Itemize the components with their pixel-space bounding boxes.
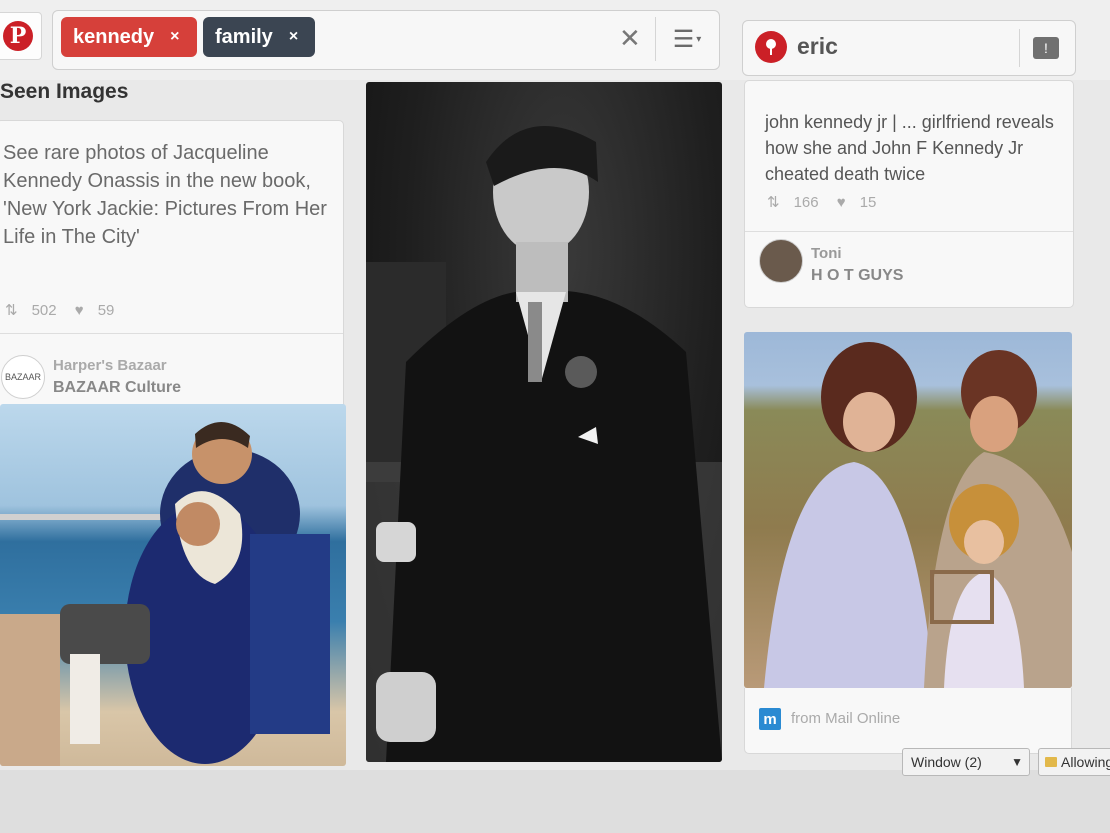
hamburger-menu-icon: ☰ (672, 25, 695, 53)
header-bar: P kennedy × family × ✕ ☰ ▾ eric ! (0, 0, 1110, 80)
section-title: Seen Images (0, 80, 129, 103)
pinterest-logo[interactable]: P (0, 12, 42, 60)
pin-icon (755, 31, 787, 63)
pin-board-name[interactable]: H O T GUYS (811, 267, 903, 285)
like-count: 59 (97, 302, 115, 319)
pin-image-boat[interactable] (0, 404, 346, 766)
clear-search-icon[interactable]: ✕ (619, 23, 641, 54)
pin-source-name[interactable]: Harper's Bazaar (53, 357, 167, 374)
repin-icon: ⇅ (5, 302, 18, 319)
mail-online-icon: m (759, 708, 781, 730)
avatar-text: BAZAAR (4, 372, 41, 382)
source-avatar[interactable]: BAZAAR (1, 355, 45, 399)
pin-image-portrait[interactable] (366, 82, 722, 762)
pinterest-logo-icon: P (3, 21, 33, 51)
divider (0, 333, 343, 334)
search-token-label: family (215, 25, 273, 48)
repin-count: 502 (31, 302, 57, 319)
pin-board-name[interactable]: BAZAAR Culture (53, 379, 181, 397)
allowing-button[interactable]: Allowing (1038, 748, 1110, 776)
pin-stats: ⇅ 166 ♥ 15 (767, 193, 890, 211)
browser-status-bar (0, 770, 1110, 833)
window-button-label: Window (2) (911, 754, 982, 770)
divider (745, 231, 1073, 232)
heart-icon: ♥ (836, 194, 846, 211)
search-token-kennedy[interactable]: kennedy × (61, 17, 197, 57)
folder-icon (1045, 757, 1057, 767)
pinner-avatar[interactable] (759, 239, 803, 283)
search-token-family[interactable]: family × (203, 17, 315, 57)
chevron-down-icon: ▾ (696, 33, 702, 45)
window-dropdown-button[interactable]: Window (2) ▼ (902, 748, 1030, 776)
message-bubble-icon: ! (1033, 37, 1059, 59)
pin-source-card[interactable]: m from Mail Online (744, 688, 1072, 754)
repin-icon: ⇅ (767, 194, 780, 211)
notifications-button[interactable]: ! (1019, 29, 1072, 67)
menu-button[interactable]: ☰ ▾ (655, 17, 718, 61)
repin-count: 166 (793, 194, 819, 211)
family-photo-illustration (764, 342, 1072, 688)
search-bar[interactable]: kennedy × family × ✕ ☰ ▾ (52, 10, 720, 70)
heart-icon: ♥ (74, 302, 84, 319)
boat-photo-illustration (0, 421, 330, 766)
allowing-button-label: Allowing (1061, 754, 1110, 770)
pin-stats: ⇅ 502 ♥ 59 (5, 301, 128, 319)
search-token-label: kennedy (73, 25, 155, 48)
remove-token-icon[interactable]: × (170, 28, 179, 46)
user-menu[interactable]: eric ! (742, 20, 1076, 76)
pin-description[interactable]: See rare photos of Jacqueline Kennedy On… (3, 139, 333, 251)
pin-image-family[interactable] (744, 332, 1072, 688)
pin-card[interactable]: john kennedy jr | ... girlfriend reveals… (744, 80, 1074, 308)
pin-source-text[interactable]: from Mail Online (791, 710, 900, 727)
user-name[interactable]: eric (797, 33, 838, 60)
portrait-photo-illustration (366, 126, 722, 762)
pin-description[interactable]: john kennedy jr | ... girlfriend reveals… (765, 109, 1061, 187)
like-count: 15 (859, 194, 877, 211)
pinner-name[interactable]: Toni (811, 245, 842, 262)
remove-token-icon[interactable]: × (289, 28, 298, 46)
chevron-down-icon: ▼ (1011, 755, 1023, 769)
